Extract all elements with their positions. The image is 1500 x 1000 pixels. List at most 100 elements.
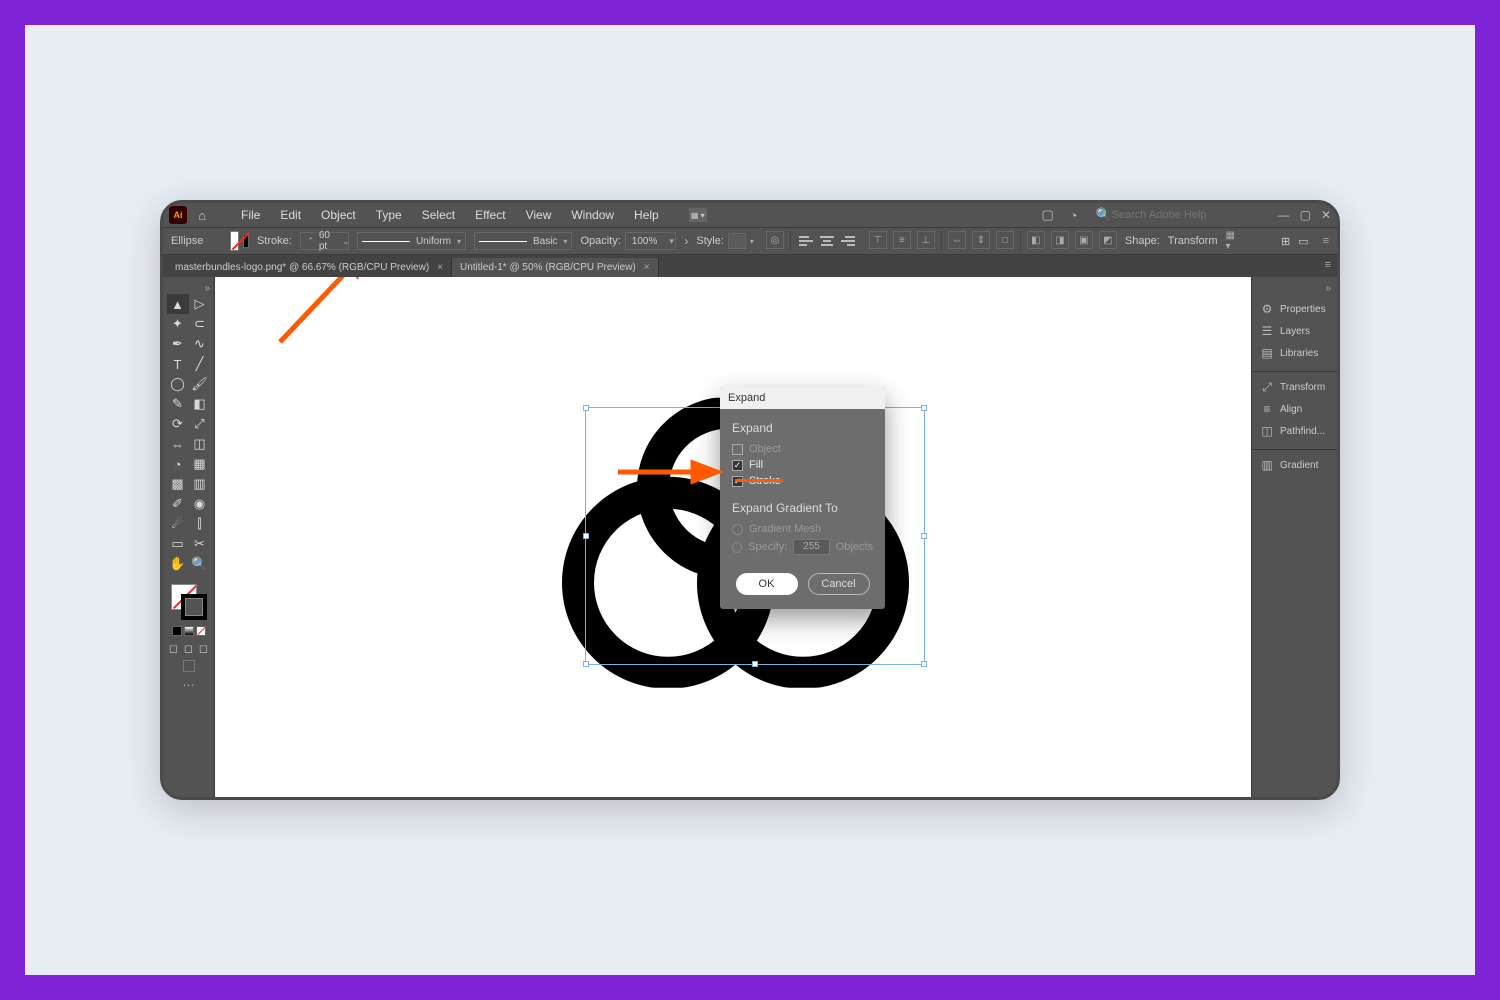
pathfinder-4-icon[interactable]: ◩ <box>1099 231 1117 249</box>
opacity-input[interactable]: 100%▾ <box>625 232 677 250</box>
shape-builder-tool-icon[interactable]: ◔ <box>167 454 189 474</box>
align-controls[interactable] <box>799 233 855 249</box>
shaper-tool-icon[interactable]: ✎ <box>167 394 189 414</box>
ok-button[interactable]: OK <box>736 573 798 595</box>
recolor-icon[interactable]: ◎ <box>766 231 784 249</box>
symbol-sprayer-tool-icon[interactable]: ☄ <box>167 514 189 534</box>
tabbar-menu-icon[interactable]: ≡ <box>1325 259 1331 271</box>
stroke-color-icon[interactable] <box>181 594 207 620</box>
menu-window[interactable]: Window <box>561 205 624 225</box>
menu-effect[interactable]: Effect <box>465 205 515 225</box>
panel-layers[interactable]: ☰Layers <box>1252 320 1337 342</box>
mesh-tool-icon[interactable]: ▩ <box>167 474 189 494</box>
menu-file[interactable]: File <box>231 205 270 225</box>
draw-inside-icon[interactable]: ◻ <box>198 642 210 654</box>
home-icon[interactable]: ⌂ <box>193 206 211 224</box>
selection-tool-icon[interactable]: ▲ <box>167 294 189 314</box>
scale-tool-icon[interactable]: ⤢ <box>189 414 211 434</box>
blend-tool-icon[interactable]: ◉ <box>189 494 211 514</box>
panel-align[interactable]: ≡Align <box>1252 398 1337 420</box>
help-search-input[interactable] <box>1112 209 1252 221</box>
toolbox-collapse-icon[interactable]: » <box>204 283 214 294</box>
zoom-tool-icon[interactable]: 🔍 <box>189 554 211 574</box>
draw-normal-icon[interactable]: ◻ <box>168 642 180 654</box>
magic-wand-tool-icon[interactable]: ✦ <box>167 314 189 334</box>
expand-fill-row[interactable]: ✓ Fill <box>732 457 873 473</box>
panel-toggle-2-icon[interactable]: ▭ <box>1298 235 1308 248</box>
brush-dropdown[interactable]: Basic▾ <box>474 232 572 250</box>
minimize-icon[interactable]: — <box>1278 208 1290 222</box>
menu-help[interactable]: Help <box>624 205 669 225</box>
pen-tool-icon[interactable]: ✒ <box>167 334 189 354</box>
transform-label[interactable]: Transform <box>1168 235 1218 247</box>
gradient-tool-icon[interactable]: ▥ <box>189 474 211 494</box>
ellipse-tool-icon[interactable]: ◯ <box>167 374 189 394</box>
draw-behind-icon[interactable]: ◻ <box>183 642 195 654</box>
artboard-tool-icon[interactable]: ▭ <box>167 534 189 554</box>
line-tool-icon[interactable]: ╱ <box>189 354 211 374</box>
hand-tool-icon[interactable]: ✋ <box>167 554 189 574</box>
slice-tool-icon[interactable]: ✂ <box>189 534 211 554</box>
arrange-docs-icon[interactable]: ▢ <box>1040 207 1056 223</box>
menu-object[interactable]: Object <box>311 205 366 225</box>
panel-gradient[interactable]: ▥Gradient <box>1252 454 1337 476</box>
width-tool-icon[interactable]: ⇔ <box>167 434 189 454</box>
opacity-more-icon[interactable]: › <box>684 234 688 248</box>
isolate-icon[interactable]: □ <box>996 231 1014 249</box>
paintbrush-tool-icon[interactable]: 🖌 <box>189 374 211 394</box>
type-tool-icon[interactable]: T <box>167 354 189 374</box>
controlbar-menu-icon[interactable]: ≡ <box>1323 235 1329 247</box>
free-transform-tool-icon[interactable]: ◫ <box>189 434 211 454</box>
screen-mode-icon[interactable] <box>183 660 195 672</box>
tab-document-1[interactable]: masterbundles-logo.png* @ 66.67% (RGB/CP… <box>167 258 452 277</box>
graph-tool-icon[interactable]: ⫿ <box>189 514 211 534</box>
panel-pathfinder[interactable]: ◫Pathfind... <box>1252 420 1337 442</box>
stroke-profile-dropdown[interactable]: Uniform▾ <box>357 232 466 250</box>
eraser-tool-icon[interactable]: ◧ <box>189 394 211 414</box>
lasso-tool-icon[interactable]: ⊂ <box>189 314 211 334</box>
align-top-icon[interactable]: ⊤ <box>869 231 887 249</box>
perspective-tool-icon[interactable]: ▦ <box>189 454 211 474</box>
menu-type[interactable]: Type <box>366 205 412 225</box>
align-vcenter-icon[interactable]: ≡ <box>893 231 911 249</box>
canvas[interactable]: Expand Expand Object ✓ Fill ✓ Stroke <box>215 277 1251 797</box>
direct-selection-tool-icon[interactable]: ▷ <box>189 294 211 314</box>
align-bottom-icon[interactable]: ⊥ <box>917 231 935 249</box>
panel-toggle-1-icon[interactable]: ⊞ <box>1281 235 1290 248</box>
fill-stroke-control[interactable] <box>169 582 209 622</box>
close-icon[interactable]: ✕ <box>1321 208 1331 222</box>
panel-transform[interactable]: ⤢Transform <box>1252 376 1337 398</box>
menu-edit[interactable]: Edit <box>270 205 311 225</box>
eyedropper-tool-icon[interactable]: ✐ <box>167 494 189 514</box>
panel-libraries[interactable]: ▤Libraries <box>1252 342 1337 364</box>
menu-view[interactable]: View <box>516 205 562 225</box>
distribute-v-icon[interactable]: ⇕ <box>972 231 990 249</box>
rotate-tool-icon[interactable]: ⟳ <box>167 414 189 434</box>
tab-close-icon[interactable]: × <box>437 262 443 273</box>
color-mode-row[interactable] <box>172 626 206 636</box>
pathfinder-3-icon[interactable]: ▣ <box>1075 231 1093 249</box>
curvature-tool-icon[interactable]: ∿ <box>189 334 211 354</box>
tab-close-icon[interactable]: × <box>644 262 650 273</box>
stroke-weight-input[interactable]: ⌃60 pt⌄ <box>300 232 349 250</box>
tab-document-2[interactable]: Untitled-1* @ 50% (RGB/CPU Preview)× <box>452 258 659 277</box>
app-icon[interactable]: Ai <box>169 206 187 224</box>
distribute-h-icon[interactable]: ⇔ <box>948 231 966 249</box>
fill-swatch[interactable] <box>230 231 239 251</box>
help-search[interactable]: 🔍 <box>1092 207 1256 223</box>
pathfinder-1-icon[interactable]: ◧ <box>1027 231 1045 249</box>
expand-fill-checkbox[interactable]: ✓ <box>732 460 743 471</box>
panel-properties[interactable]: ⚙Properties <box>1252 298 1337 320</box>
maximize-icon[interactable]: ▢ <box>1300 208 1311 222</box>
dialog-title[interactable]: Expand <box>720 387 885 409</box>
gpu-icon[interactable]: ◔ <box>1066 207 1082 223</box>
menu-select[interactable]: Select <box>412 205 465 225</box>
pathfinder-2-icon[interactable]: ◨ <box>1051 231 1069 249</box>
cancel-button[interactable]: Cancel <box>808 573 870 595</box>
shape-label[interactable]: Shape: <box>1125 235 1160 247</box>
transform-more-icon[interactable]: ▦ ▾ <box>1226 230 1240 252</box>
edit-toolbar-icon[interactable]: ⋯ <box>183 678 195 692</box>
panel-collapse-icon[interactable]: » <box>1319 283 1337 298</box>
graphic-style-swatch[interactable] <box>728 233 746 249</box>
workspace-switcher-icon[interactable]: ▦ ▾ <box>689 208 707 222</box>
